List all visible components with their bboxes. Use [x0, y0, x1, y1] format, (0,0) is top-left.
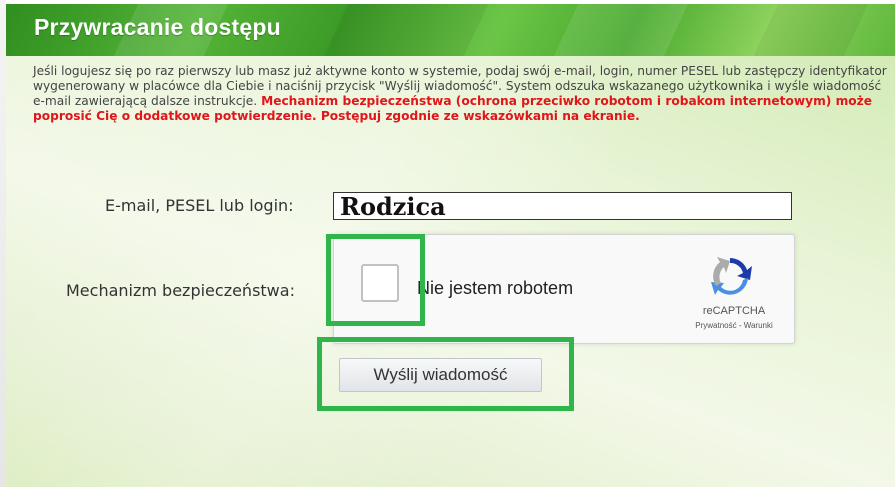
header-facet: [553, 4, 689, 56]
header-facet: [323, 4, 489, 56]
security-label: Mechanizm bezpieczeństwa:: [66, 281, 295, 300]
button-highlight: [317, 337, 574, 411]
access-recovery-panel: Przywracanie dostępu Jeśli logujesz się …: [6, 4, 895, 487]
recaptcha-brand: reCAPTCHA: [702, 305, 766, 317]
instructions-text: Jeśli logujesz się po raz pierwszy lub m…: [33, 64, 893, 124]
checkbox-highlight: [326, 234, 425, 326]
login-input[interactable]: [333, 192, 792, 220]
login-label: E-mail, PESEL lub login:: [105, 196, 294, 215]
recaptcha-checkbox-label: Nie jestem robotem: [417, 278, 574, 298]
header-facet: [753, 4, 869, 56]
recaptcha-privacy-links[interactable]: Prywatność - Warunki: [679, 321, 789, 330]
panel-title: Przywracanie dostępu: [34, 14, 281, 40]
recaptcha-logo-icon: [711, 257, 752, 295]
panel-header: Przywracanie dostępu: [6, 4, 895, 56]
